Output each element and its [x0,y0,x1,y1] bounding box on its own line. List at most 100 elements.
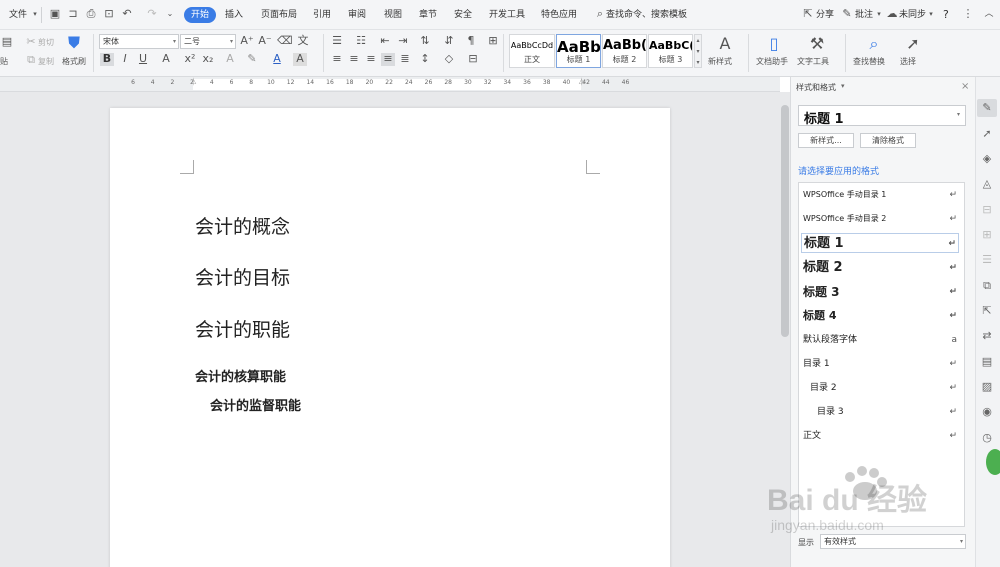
align-right-icon[interactable]: ≡ [364,53,378,66]
doc-heading-1[interactable]: 会计的职能 [195,315,290,342]
text-tools-icon[interactable]: ⚒ [806,34,828,54]
underline-icon[interactable]: U [136,53,150,66]
style-list-item[interactable]: WPSOffice 手动目录 1 ↵ [803,185,959,205]
command-search[interactable]: 查找命令、搜索模板 [606,7,687,23]
subscript-icon[interactable]: x₂ [201,53,215,66]
tab-review[interactable]: 审阅 [348,7,366,23]
style-list-item-selected[interactable]: 标题 1 ↵ [801,233,959,253]
sync-icon[interactable]: ☁ [886,8,898,20]
format-painter-button[interactable]: 格式刷 [62,56,86,67]
clear-format-icon[interactable]: ⌫ [277,35,293,48]
chevron-down-icon[interactable]: ▾ [925,8,937,20]
doc-heading-1[interactable]: 会计的概念 [195,212,290,239]
more-icon[interactable]: ⋮ [962,8,974,20]
tab-view[interactable]: 视图 [384,7,402,23]
chevron-down-icon[interactable]: ▾ [957,111,960,118]
sync-status[interactable]: 未同步 [899,7,926,23]
shapes-icon[interactable]: ◈ [980,152,994,166]
new-style-button[interactable]: 新样式 [708,56,732,67]
redo-icon[interactable]: ↷ [146,8,158,20]
share-button[interactable]: 分享 [816,7,834,23]
scrollbar-thumb[interactable] [781,105,789,337]
help-button[interactable]: ? [943,7,949,23]
align-left-icon[interactable]: ≡ [330,53,344,66]
close-icon[interactable]: × [961,81,969,92]
right-indent-marker-icon[interactable]: ⏃ [578,77,585,87]
print-preview-icon[interactable]: ⊡ [103,8,115,20]
highlight-icon[interactable]: ✎ [245,53,259,66]
new-style-button[interactable]: 新样式... [798,133,854,148]
font-effect-icon[interactable]: A [159,53,173,66]
fill-icon[interactable]: ⊟ [980,203,994,217]
chevron-down-icon[interactable]: ▾ [873,8,885,20]
decrease-indent-icon[interactable]: ⇤ [378,35,392,48]
styles-pane-icon[interactable]: ✎ [980,101,994,115]
paste-icon[interactable]: ▤ [0,36,14,49]
numbered-list-icon[interactable]: ☷ [354,35,368,48]
bullet-list-icon[interactable]: ☰ [330,35,344,48]
style-list-item[interactable]: WPSOffice 手动目录 2 ↵ [803,209,959,229]
chevron-down-icon[interactable]: ▾ [841,82,845,90]
cut-icon[interactable]: ✂ [24,36,38,49]
copy-icon[interactable]: ⧉ [24,54,38,67]
phonetic-icon[interactable]: 文 [296,35,310,48]
font-color-icon[interactable]: A [270,53,284,66]
font-name-select[interactable]: 宋体 ▾ [99,34,179,49]
comment-button[interactable]: 批注 [855,7,873,23]
distribute-icon[interactable]: ≣ [398,53,412,66]
superscript-icon[interactable]: x² [183,53,197,66]
tab-developer[interactable]: 开发工具 [489,7,525,23]
translate-icon[interactable]: ⇄ [980,329,994,343]
indent-marker-icon[interactable]: ⏃ [190,77,197,87]
format-icon[interactable]: ⊞ [980,228,994,242]
chevron-down-icon[interactable]: ▾ [29,8,41,20]
italic-icon[interactable]: I [118,53,132,66]
align-center-icon[interactable]: ≡ [347,53,361,66]
new-style-icon[interactable]: A [714,34,736,54]
style-list-item[interactable]: 标题 3 ↵ [803,282,959,302]
tab-references[interactable]: 引用 [313,7,331,23]
char-shading-icon[interactable]: A [293,53,307,66]
style-heading-2[interactable]: AaBb( 标题 2 [602,34,647,68]
limit-edit-icon[interactable]: ◬ [980,177,994,191]
pointer-icon[interactable]: ➚ [980,127,994,141]
table-border-icon[interactable]: ⊞ [486,35,500,48]
customize-icon[interactable]: ⌄ [164,8,176,20]
backup-icon[interactable]: ◉ [980,405,994,419]
paste-label[interactable]: 贴 [0,56,8,67]
tab-chapter[interactable]: 章节 [419,7,437,23]
show-filter-select[interactable]: 有效样式 ▾ [820,534,966,549]
doc-heading-2[interactable]: 会计的核算职能 [195,366,286,385]
doc-heading-1[interactable]: 会计的目标 [195,263,290,290]
style-normal[interactable]: AaBbCcDd 正文 [509,34,555,68]
text-effect-icon[interactable]: A [223,53,237,66]
style-list-item[interactable]: 目录 3 ↵ [817,402,959,422]
comment-icon[interactable]: ✎ [841,8,853,20]
font-size-select[interactable]: 二号 ▾ [180,34,236,49]
export-pdf-icon[interactable]: ⊐ [67,8,79,20]
show-marks-icon[interactable]: ¶ [464,35,478,48]
share-out-icon[interactable]: ⇱ [980,304,994,318]
styles-scroll[interactable]: ▴ ▾ ▾ [694,34,702,68]
sort-icon[interactable]: ⇵ [442,35,456,48]
line-spacing-icon[interactable]: ↕ [418,53,432,66]
style-list-item[interactable]: 标题 2 ↵ [803,258,959,278]
style-list-item[interactable]: 目录 1 ↵ [803,354,959,374]
text-tools-button[interactable]: 文字工具 [797,56,829,67]
find-replace-button[interactable]: 查找替换 [853,56,885,67]
select-icon[interactable]: ➚ [902,34,924,54]
border-icon[interactable]: ⊟ [466,53,480,66]
share-icon[interactable]: ⇱ [802,8,814,20]
justify-icon[interactable]: ≡ [381,53,395,66]
style-heading-1[interactable]: AaBb 标题 1 [556,34,601,68]
tab-start[interactable]: 开始 [184,7,217,23]
find-replace-icon[interactable]: ⌕ [863,34,885,54]
style-list-item[interactable]: 目录 2 ↵ [810,378,959,398]
tab-security[interactable]: 安全 [454,7,472,23]
save-icon[interactable]: ▣ [49,8,61,20]
document-icon[interactable]: ⧉ [980,279,994,293]
format-painter-icon[interactable]: ⛊ [63,33,85,53]
tab-page-layout[interactable]: 页面布局 [261,7,297,23]
collapse-ribbon-icon[interactable]: ︿ [983,8,995,20]
template-icon[interactable]: ▤ [980,355,994,369]
